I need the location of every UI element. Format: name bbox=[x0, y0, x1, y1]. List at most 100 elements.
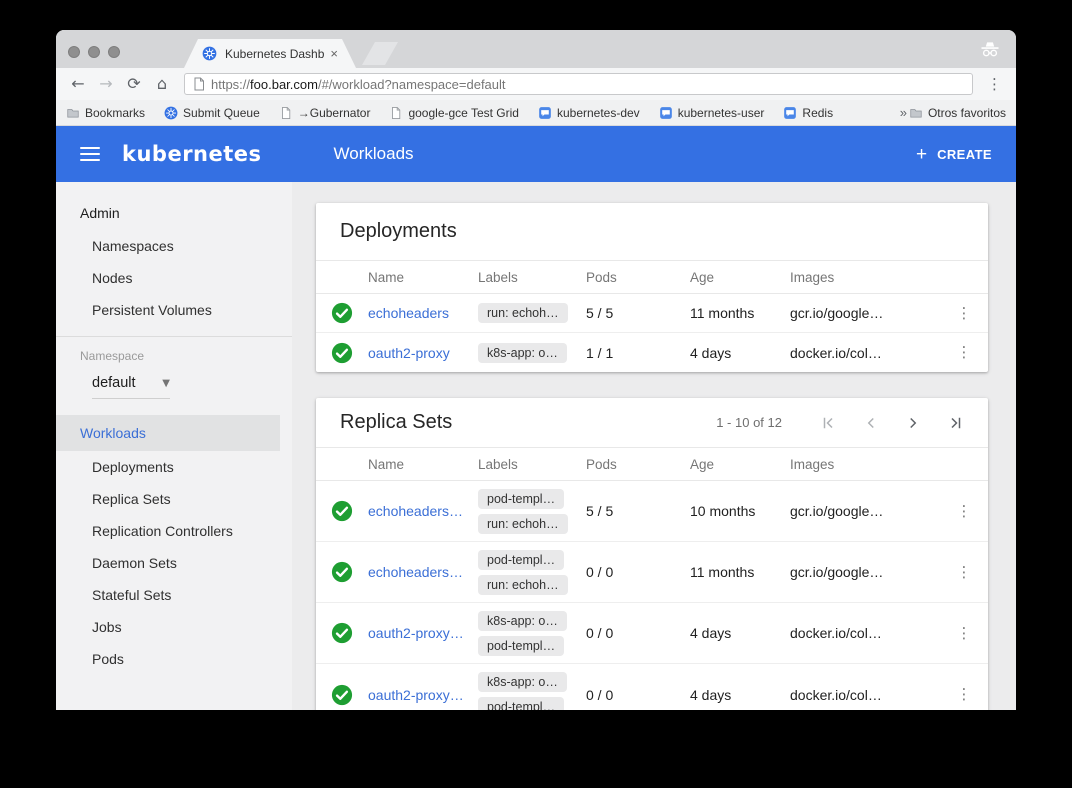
age-cell: 4 days bbox=[690, 625, 790, 641]
sidebar-item[interactable]: Namespaces bbox=[56, 230, 292, 262]
home-button[interactable]: ⌂ bbox=[150, 76, 174, 92]
pagination-label: 1 - 10 of 12 bbox=[716, 415, 782, 430]
status-ok-icon bbox=[331, 622, 353, 644]
table-row: echoheaders… pod-templ…run: echoh… 0 / 0… bbox=[316, 542, 988, 603]
status-ok-icon bbox=[331, 342, 353, 364]
label-chip: pod-templ… bbox=[478, 636, 564, 656]
chat-icon bbox=[538, 106, 552, 120]
page-icon bbox=[389, 106, 403, 120]
age-cell: 4 days bbox=[690, 687, 790, 703]
labels-cell: pod-templ…run: echoh… bbox=[478, 550, 586, 595]
row-actions-button[interactable]: ⋮ bbox=[957, 344, 972, 361]
bookmark-label: Otros favoritos bbox=[928, 106, 1006, 120]
previous-page-button[interactable] bbox=[862, 414, 880, 432]
column-header: Age bbox=[690, 270, 790, 285]
sidebar-item-workloads[interactable]: Workloads bbox=[56, 415, 280, 451]
status-ok-icon bbox=[331, 302, 353, 324]
pods-cell: 5 / 5 bbox=[586, 305, 690, 321]
sidebar-item-admin[interactable]: Admin bbox=[56, 196, 292, 230]
minimize-window-button[interactable] bbox=[88, 46, 100, 58]
forward-button[interactable]: → bbox=[94, 76, 118, 92]
labels-cell: k8s-app: o… pod-templ… bbox=[478, 672, 586, 710]
bookmark-item[interactable]: google-gce Test Grid bbox=[389, 106, 519, 120]
row-actions-button[interactable]: ⋮ bbox=[957, 625, 972, 642]
sidebar-nav: Admin NamespacesNodesPersistent Volumes … bbox=[56, 182, 292, 710]
resource-name-link[interactable]: oauth2-proxy… bbox=[368, 625, 464, 641]
row-actions-button[interactable]: ⋮ bbox=[957, 503, 972, 520]
sidebar-item[interactable]: Nodes bbox=[56, 262, 292, 294]
browser-menu-button[interactable]: ⋮ bbox=[983, 75, 1006, 93]
resource-name-link[interactable]: echoheaders… bbox=[368, 503, 463, 519]
column-header: Name bbox=[368, 457, 478, 472]
url-text: https://foo.bar.com/#/workload?namespace… bbox=[211, 77, 506, 92]
create-button[interactable]: + CREATE bbox=[916, 145, 992, 164]
close-window-button[interactable] bbox=[68, 46, 80, 58]
folder-icon bbox=[909, 106, 923, 120]
browser-tab[interactable]: Kubernetes Dashboard × bbox=[184, 39, 356, 68]
row-actions-button[interactable]: ⋮ bbox=[957, 305, 972, 322]
resource-name-link[interactable]: oauth2-proxy… bbox=[368, 687, 464, 703]
row-actions-button[interactable]: ⋮ bbox=[957, 686, 972, 703]
row-actions-button[interactable]: ⋮ bbox=[957, 564, 972, 581]
content-area: Deployments NameLabelsPodsAgeImages echo… bbox=[292, 182, 1016, 710]
sidebar-item[interactable]: Stateful Sets bbox=[56, 579, 292, 611]
pagination-buttons bbox=[796, 414, 964, 432]
sidebar-workload-list: DeploymentsReplica SetsReplication Contr… bbox=[56, 451, 292, 675]
address-bar[interactable]: https://foo.bar.com/#/workload?namespace… bbox=[184, 73, 973, 95]
refresh-button[interactable]: ⟳ bbox=[122, 76, 146, 92]
previous-page-icon bbox=[862, 414, 880, 432]
back-button[interactable]: ← bbox=[66, 76, 90, 92]
bookmark-item[interactable]: Redis bbox=[783, 106, 833, 120]
url-scheme: https:// bbox=[211, 77, 250, 92]
sidebar-item[interactable]: Jobs bbox=[56, 611, 292, 643]
label-chip: pod-templ… bbox=[478, 697, 564, 710]
bookmark-item[interactable]: Otros favoritos bbox=[909, 106, 1006, 120]
bookmark-item[interactable]: Bookmarks bbox=[66, 106, 145, 120]
resource-name-link[interactable]: echoheaders bbox=[368, 305, 449, 321]
sidebar-item[interactable]: Deployments bbox=[56, 451, 292, 483]
resource-name-link[interactable]: oauth2-proxy bbox=[368, 345, 450, 361]
tab-close-icon[interactable]: × bbox=[330, 46, 338, 61]
table-row: echoheaders… pod-templ…run: echoh… 5 / 5… bbox=[316, 481, 988, 542]
label-chip: k8s-app: o… bbox=[478, 672, 567, 692]
column-header: Name bbox=[368, 270, 478, 285]
sidebar-item[interactable]: Pods bbox=[56, 643, 292, 675]
folder-icon bbox=[66, 106, 80, 120]
hamburger-menu-icon[interactable] bbox=[80, 147, 100, 161]
bookmark-item[interactable]: kubernetes-dev bbox=[538, 106, 640, 120]
first-page-button[interactable] bbox=[820, 414, 838, 432]
sidebar-item[interactable]: Persistent Volumes bbox=[56, 294, 292, 326]
bookmark-label: kubernetes-dev bbox=[557, 106, 640, 120]
label-chip: run: echoh… bbox=[478, 514, 568, 534]
sidebar-item[interactable]: Daemon Sets bbox=[56, 547, 292, 579]
zoom-window-button[interactable] bbox=[108, 46, 120, 58]
namespace-label: Namespace bbox=[56, 349, 292, 363]
tab-title: Kubernetes Dashboard bbox=[225, 47, 324, 61]
labels-cell: run: echoh… bbox=[478, 303, 586, 323]
column-header: Labels bbox=[478, 457, 586, 472]
next-page-button[interactable] bbox=[904, 414, 922, 432]
card-title: Deployments bbox=[340, 220, 457, 243]
column-header: Images bbox=[790, 457, 940, 472]
table-body: echoheaders… pod-templ…run: echoh… 5 / 5… bbox=[316, 481, 988, 710]
bookmark-item[interactable]: kubernetes-user bbox=[659, 106, 765, 120]
sidebar-item[interactable]: Replica Sets bbox=[56, 483, 292, 515]
sidebar-admin-list: NamespacesNodesPersistent Volumes bbox=[56, 230, 292, 326]
bookmark-label: Submit Queue bbox=[183, 106, 260, 120]
last-page-button[interactable] bbox=[946, 414, 964, 432]
app-header: kubernetes Workloads + CREATE bbox=[56, 126, 1016, 182]
resource-name-link[interactable]: echoheaders… bbox=[368, 564, 463, 580]
labels-cell: k8s-app: o… bbox=[478, 343, 586, 363]
main-area: Admin NamespacesNodesPersistent Volumes … bbox=[56, 182, 1016, 710]
table-row: oauth2-proxy k8s-app: o… 1 / 1 4 days do… bbox=[316, 333, 988, 372]
new-tab-button[interactable] bbox=[362, 42, 398, 65]
bookmarks-overflow-chevron[interactable]: » bbox=[900, 105, 907, 120]
namespace-value: default bbox=[92, 375, 136, 391]
namespace-select[interactable]: default ▼ bbox=[92, 375, 170, 399]
next-page-icon bbox=[904, 414, 922, 432]
bookmark-item[interactable]: →Gubernator bbox=[279, 106, 371, 120]
sidebar-item[interactable]: Replication Controllers bbox=[56, 515, 292, 547]
table-header: NameLabelsPodsAgeImages bbox=[316, 260, 988, 294]
chat-icon bbox=[659, 106, 673, 120]
bookmark-item[interactable]: Submit Queue bbox=[164, 106, 260, 120]
